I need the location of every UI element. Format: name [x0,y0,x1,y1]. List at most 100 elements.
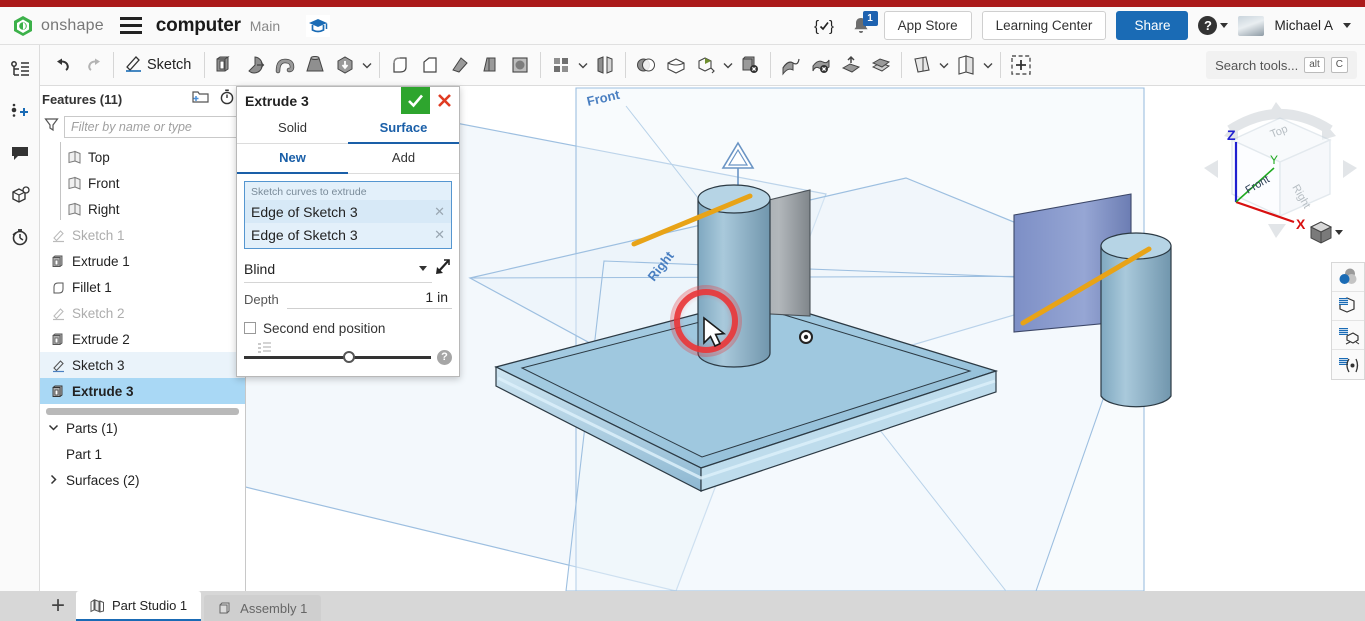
section-view-icon[interactable] [1332,292,1364,321]
slider-knob[interactable] [343,350,356,363]
add-tab-button[interactable]: + [40,591,76,621]
learning-center-button[interactable]: Learning Center [981,11,1107,40]
insert-part-icon[interactable] [1006,50,1036,80]
dialog-accept-button[interactable] [401,87,430,114]
sketch-plane-icon[interactable] [951,50,981,80]
chevron-down-icon[interactable] [937,62,951,69]
tree-item-extrude-3[interactable]: Extrude 3 [40,378,245,404]
offset-surface-icon[interactable] [866,50,896,80]
explode-view-icon[interactable] [1332,321,1364,350]
user-menu-chevron-down-icon[interactable] [1343,23,1351,28]
delete-part-icon[interactable] [735,50,765,80]
redo-icon[interactable] [78,50,108,80]
comments-icon[interactable] [6,139,34,167]
end-condition-select[interactable]: Blind [244,255,432,283]
rollback-bar[interactable] [46,408,239,415]
sketch-button[interactable]: Sketch [119,53,199,78]
surface-fill-icon[interactable] [776,50,806,80]
feature-filter-input[interactable] [64,116,245,138]
feature-list-icon[interactable] [6,55,34,83]
pattern-icon[interactable] [546,50,576,80]
tree-item-label: Front [88,175,120,191]
split-icon[interactable] [661,50,691,80]
part-info-icon[interactable] [6,181,34,209]
tab-new[interactable]: New [237,144,348,174]
thicken-icon[interactable] [330,50,360,80]
chamfer-icon[interactable] [415,50,445,80]
chevron-down-icon[interactable] [360,62,374,69]
chevron-down-icon[interactable] [721,62,735,69]
tab-part-studio-1[interactable]: Part Studio 1 [76,591,202,621]
fillet-icon[interactable] [385,50,415,80]
remove-entry-icon[interactable]: ✕ [434,227,445,243]
tab-surface[interactable]: Surface [348,114,459,144]
view-cube[interactable]: Top Right Z Y X Front [1196,90,1365,255]
undo-icon[interactable] [48,50,78,80]
chevron-down-icon[interactable] [576,62,590,69]
new-folder-icon[interactable] [192,89,209,110]
second-end-position-checkbox[interactable]: Second end position [244,316,452,340]
transform-icon[interactable] [691,50,721,80]
measure-icon[interactable] [1332,350,1364,379]
tree-item-part-1[interactable]: Part 1 [40,441,245,467]
avatar[interactable] [1238,15,1265,36]
history-icon[interactable] [6,223,34,251]
picker-entry[interactable]: Edge of Sketch 3 ✕ [245,200,451,223]
remove-entry-icon[interactable]: ✕ [434,204,445,220]
picker-entry[interactable]: Edge of Sketch 3 ✕ [245,223,451,246]
boolean-icon[interactable] [631,50,661,80]
tab-solid[interactable]: Solid [237,114,348,144]
graduation-cap-icon[interactable] [306,14,331,37]
tree-item-front[interactable]: Front [40,170,245,196]
search-tools-field[interactable]: Search tools... alt C [1206,51,1357,79]
hamburger-icon[interactable] [119,17,142,34]
toolbar-divider [113,52,114,78]
sketch-curves-picker[interactable]: Sketch curves to extrude Edge of Sketch … [244,181,452,249]
tree-item-top[interactable]: Top [40,144,245,170]
tree-group-surfaces[interactable]: Surfaces (2) [40,467,245,493]
funnel-icon[interactable] [44,117,59,137]
revolve-icon[interactable] [240,50,270,80]
versions-icon[interactable]: { } [812,13,838,39]
app-store-button[interactable]: App Store [883,11,972,40]
appearance-icon[interactable] [1332,263,1364,292]
view-cube-faces[interactable]: Top Right [1230,117,1332,218]
dialog-type-tabs: Solid Surface [237,114,459,144]
extrude-icon[interactable] [210,50,240,80]
rib-icon[interactable] [445,50,475,80]
tree-group-parts[interactable]: Parts (1) [40,415,245,441]
help-menu[interactable]: ? [1198,16,1229,35]
tree-item-extrude-1[interactable]: Extrude 1 [40,248,245,274]
loft-icon[interactable] [300,50,330,80]
tree-item-sketch-3[interactable]: Sketch 3 [40,352,245,378]
tree-item-sketch-2[interactable]: Sketch 2 [40,300,245,326]
slider-track[interactable] [244,350,431,363]
tree-item-sketch-1[interactable]: Sketch 1 [40,222,245,248]
chevron-down-icon[interactable] [981,62,995,69]
draft-icon[interactable] [475,50,505,80]
shaded-cube-icon[interactable] [1309,221,1343,244]
tree-item-fillet-1[interactable]: Fillet 1 [40,274,245,300]
help-icon[interactable]: ? [437,349,452,365]
stopwatch-icon[interactable] [219,89,235,110]
mirror-icon[interactable] [590,50,620,80]
shell-icon[interactable] [505,50,535,80]
plane-icon[interactable] [907,50,937,80]
move-face-icon[interactable] [836,50,866,80]
onshape-logo-icon[interactable] [12,15,34,37]
tree-item-right[interactable]: Right [40,196,245,222]
tree-item-extrude-2[interactable]: Extrude 2 [40,326,245,352]
dialog-cancel-button[interactable] [430,87,459,114]
onshape-app-window: onshape computer Main { } 1 App Store Le… [0,0,1365,621]
tab-assembly-1[interactable]: Assembly 1 [204,595,322,621]
tab-add[interactable]: Add [348,144,459,174]
add-instance-icon[interactable] [6,97,34,125]
toolbar-divider [901,52,903,78]
share-button[interactable]: Share [1116,11,1189,40]
sweep-icon[interactable] [270,50,300,80]
bell-icon[interactable]: 1 [848,10,878,39]
flip-direction-icon[interactable] [432,257,452,276]
delete-face-icon[interactable] [806,50,836,80]
depth-input[interactable]: 1 in [286,289,452,309]
tree-item-label: Part 1 [66,446,103,462]
